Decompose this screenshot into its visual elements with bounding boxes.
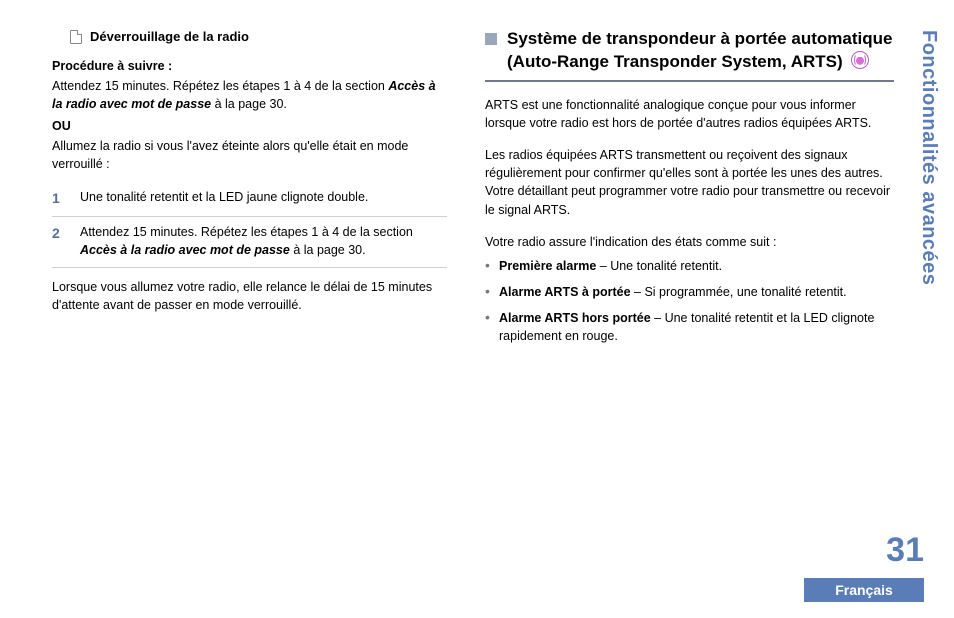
step-text: Attendez 15 minutes. Répétez les étapes …: [80, 223, 447, 259]
list-item-label: Première alarme: [499, 259, 596, 273]
list-item: Première alarme – Une tonalité retentit.: [485, 257, 894, 275]
list-item-label: Alarme ARTS à portée: [499, 285, 631, 299]
left-p1-text-a: Attendez 15 minutes. Répétez les étapes …: [52, 79, 388, 93]
content-columns: Déverrouillage de la radio Procédure à s…: [0, 0, 954, 353]
manual-page: Déverrouillage de la radio Procédure à s…: [0, 0, 954, 618]
list-item: Alarme ARTS hors portée – Une tonalité r…: [485, 309, 894, 345]
steps-list: 1 Une tonalité retentit et la LED jaune …: [52, 182, 447, 269]
step2-link: Accès à la radio avec mot de passe: [80, 243, 290, 257]
section-heading-text: Système de transpondeur à portée automat…: [507, 29, 892, 71]
left-footer-paragraph: Lorsque vous allumez votre radio, elle r…: [52, 278, 447, 314]
right-paragraph-2: Les radios équipées ARTS transmettent ou…: [485, 146, 894, 219]
left-subheading: Déverrouillage de la radio: [90, 28, 249, 47]
radio-signal-icon: [851, 51, 869, 69]
section-bullet-icon: [485, 33, 497, 45]
step-number: 1: [52, 188, 66, 208]
step2-text-b: à la page 30.: [290, 243, 366, 257]
list-item-sep: –: [631, 285, 645, 299]
language-tab: Français: [804, 578, 924, 602]
step-item: 1 Une tonalité retentit et la LED jaune …: [52, 182, 447, 216]
step-number: 2: [52, 223, 66, 259]
right-paragraph-3: Votre radio assure l'indication des état…: [485, 233, 894, 251]
list-item-sep: –: [596, 259, 610, 273]
list-item-text: Si programmée, une tonalité retentit.: [644, 285, 846, 299]
left-p1-text-b: à la page 30.: [211, 97, 287, 111]
document-icon: [70, 30, 82, 44]
left-paragraph-2: Allumez la radio si vous l'avez éteinte …: [52, 137, 447, 173]
page-number: 31: [886, 531, 924, 570]
section-heading: Système de transpondeur à portée automat…: [507, 28, 894, 74]
section-divider: [485, 80, 894, 82]
left-column: Déverrouillage de la radio Procédure à s…: [52, 28, 447, 353]
left-paragraph-1: Attendez 15 minutes. Répétez les étapes …: [52, 77, 447, 113]
chapter-side-tab: Fonctionnalités avancées: [917, 30, 940, 285]
list-item: Alarme ARTS à portée – Si programmée, un…: [485, 283, 894, 301]
list-item-label: Alarme ARTS hors portée: [499, 311, 651, 325]
list-item-sep: –: [651, 311, 665, 325]
section-heading-row: Système de transpondeur à portée automat…: [485, 28, 894, 74]
left-subheading-row: Déverrouillage de la radio: [70, 28, 447, 47]
step2-text-a: Attendez 15 minutes. Répétez les étapes …: [80, 225, 413, 239]
right-paragraph-1: ARTS est une fonctionnalité analogique c…: [485, 96, 894, 132]
right-column: Système de transpondeur à portée automat…: [485, 28, 894, 353]
step-item: 2 Attendez 15 minutes. Répétez les étape…: [52, 216, 447, 268]
step-text: Une tonalité retentit et la LED jaune cl…: [80, 188, 447, 208]
procedure-label: Procédure à suivre :: [52, 57, 447, 75]
list-item-text: Une tonalité retentit.: [610, 259, 722, 273]
status-list: Première alarme – Une tonalité retentit.…: [485, 257, 894, 346]
or-label: OU: [52, 117, 447, 135]
